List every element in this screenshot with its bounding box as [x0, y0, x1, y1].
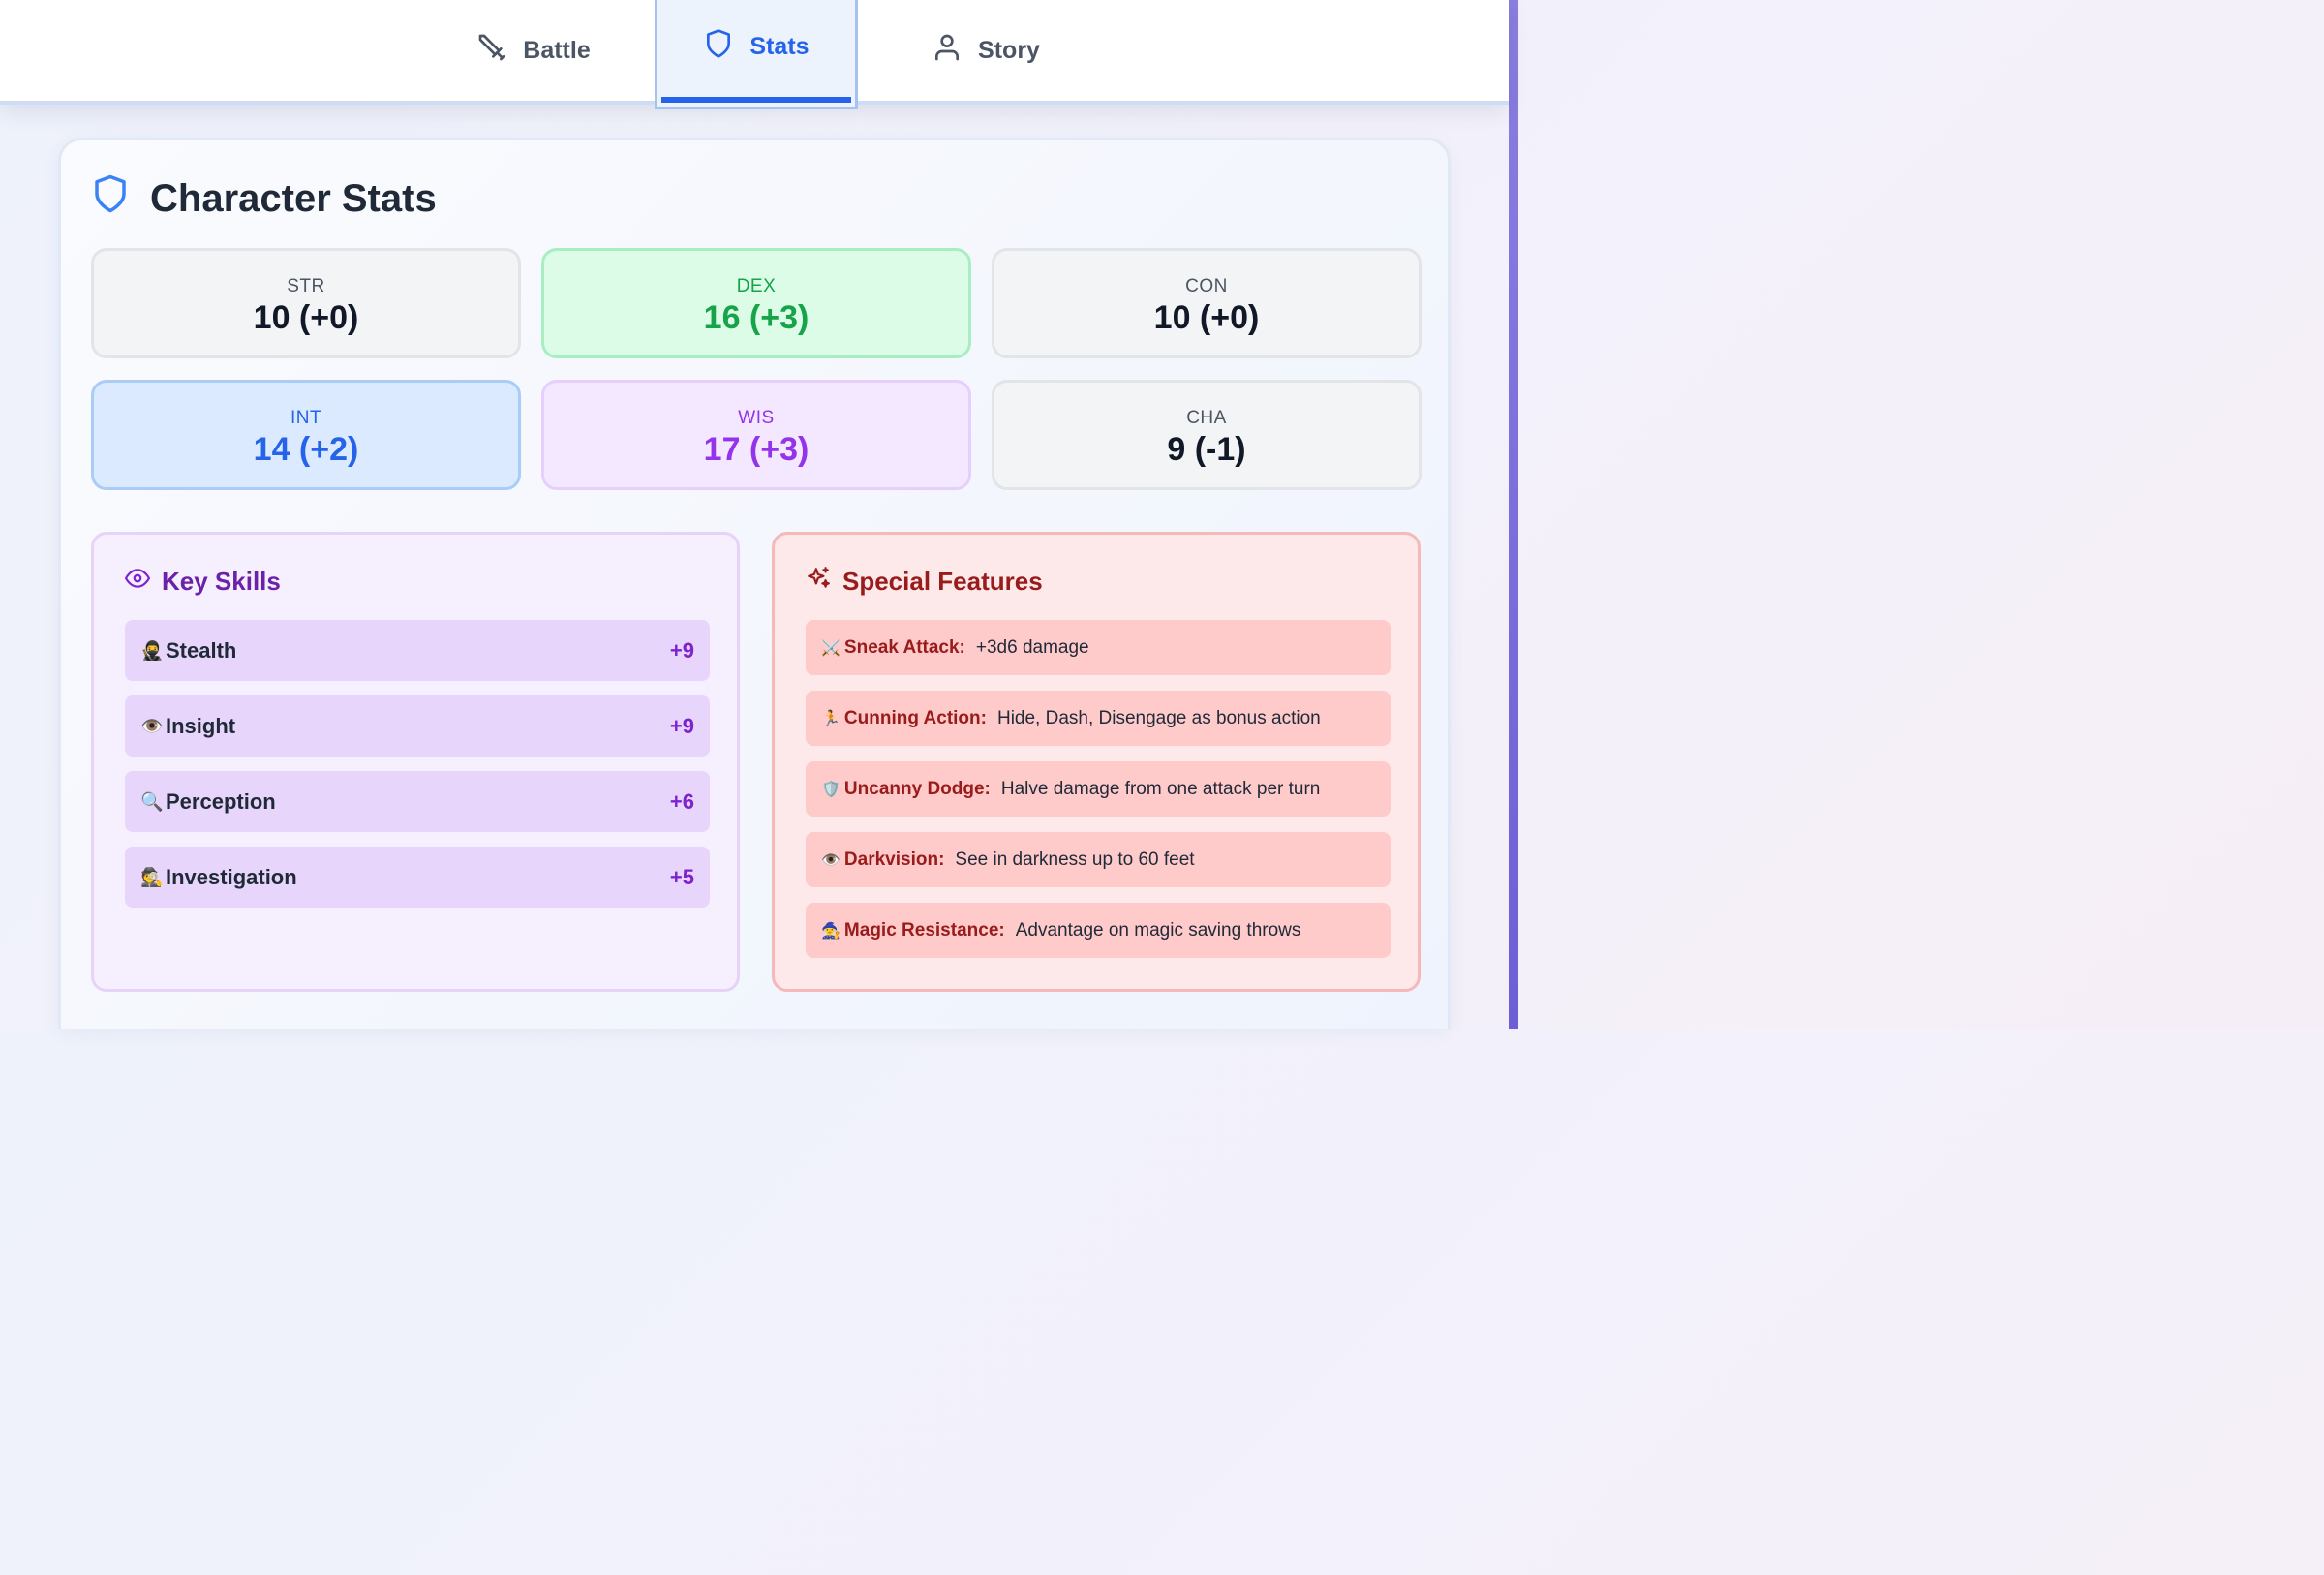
skill-bonus: +9: [669, 714, 694, 738]
ninja-icon: 🥷: [140, 641, 164, 662]
stat-value: 16 (+3): [703, 299, 810, 336]
tab-battle[interactable]: Battle: [471, 0, 596, 101]
tab-stats-label: Stats: [749, 32, 810, 60]
detective-icon: 🕵️: [140, 868, 164, 888]
shield-icon: [90, 173, 131, 224]
stat-wis: WIS 17 (+3): [541, 380, 971, 490]
stat-con: CON 10 (+0): [992, 248, 1422, 358]
stat-int: INT 14 (+2): [91, 380, 521, 490]
feature-name: Magic Resistance:: [843, 919, 1005, 941]
feature-description: +3d6 damage: [975, 636, 1089, 658]
skill-name: Insight: [166, 714, 236, 738]
stat-label: STR: [287, 276, 325, 296]
sparkles-icon: [806, 566, 831, 598]
skill-row-stealth: 🥷 Stealth +9: [125, 620, 710, 681]
stat-label: INT: [290, 408, 322, 428]
stat-value: 17 (+3): [703, 431, 810, 468]
skill-name: Stealth: [166, 638, 237, 663]
skill-row-insight: 👁️ Insight +9: [125, 695, 710, 757]
tab-bar: Battle Stats Story: [0, 0, 1509, 109]
feature-description: Advantage on magic saving throws: [1015, 919, 1301, 941]
crossed-swords-icon: ⚔️: [821, 639, 841, 657]
feature-name: Darkvision:: [843, 849, 945, 870]
stat-dex: DEX 16 (+3): [541, 248, 971, 358]
feature-sneak-attack: ⚔️ Sneak Attack: +3d6 damage: [806, 620, 1391, 675]
feature-name: Uncanny Dodge:: [843, 778, 991, 799]
character-stats-card: Character Stats STR 10 (+0) DEX 16 (+3) …: [58, 138, 1451, 1029]
stat-label: WIS: [738, 408, 775, 428]
shield-icon: 🛡️: [821, 781, 841, 798]
eye-icon: 👁️: [821, 851, 841, 869]
eye-icon: [125, 566, 150, 598]
skill-bonus: +6: [669, 789, 694, 814]
tab-story-label: Story: [978, 36, 1040, 64]
tab-stats[interactable]: Stats: [655, 0, 858, 109]
card-header: Character Stats: [90, 173, 437, 224]
feature-uncanny-dodge: 🛡️ Uncanny Dodge: Halve damage from one …: [806, 761, 1391, 817]
tab-battle-label: Battle: [523, 36, 591, 64]
skill-bonus: +5: [669, 865, 694, 889]
skill-name: Perception: [166, 789, 276, 814]
feature-magic-resistance: 🧙 Magic Resistance: Advantage on magic s…: [806, 903, 1391, 958]
active-tab-indicator: [661, 97, 851, 103]
feature-description: See in darkness up to 60 feet: [955, 849, 1195, 870]
feature-name: Cunning Action:: [843, 707, 987, 728]
stat-label: DEX: [736, 276, 777, 296]
card-title: Character Stats: [150, 176, 437, 220]
key-skills-title: Key Skills: [162, 567, 281, 596]
runner-icon: 🏃: [821, 710, 841, 727]
shield-icon: [703, 28, 734, 66]
magnifier-icon: 🔍: [140, 792, 164, 813]
feature-cunning-action: 🏃 Cunning Action: Hide, Dash, Disengage …: [806, 691, 1391, 746]
skill-name: Investigation: [166, 865, 297, 889]
skill-bonus: +9: [669, 638, 694, 663]
eye-icon: 👁️: [140, 717, 164, 737]
feature-name: Sneak Attack:: [843, 636, 965, 658]
stat-label: CON: [1185, 276, 1228, 296]
wizard-icon: 🧙: [821, 922, 841, 940]
key-skills-header: Key Skills: [125, 566, 281, 598]
stat-value: 14 (+2): [253, 431, 359, 468]
stat-value: 10 (+0): [253, 299, 359, 336]
stat-value: 10 (+0): [1153, 299, 1260, 336]
special-features-panel: Special Features ⚔️ Sneak Attack: +3d6 d…: [772, 532, 1421, 992]
tab-story[interactable]: Story: [928, 0, 1044, 101]
feature-darkvision: 👁️ Darkvision: See in darkness up to 60 …: [806, 832, 1391, 887]
skill-row-investigation: 🕵️ Investigation +5: [125, 847, 710, 908]
key-skills-panel: Key Skills 🥷 Stealth +9 👁️ Insight +9 🔍 …: [91, 532, 740, 992]
feature-description: Halve damage from one attack per turn: [1000, 778, 1321, 799]
stat-value: 9 (-1): [1167, 431, 1246, 468]
stat-label: CHA: [1186, 408, 1227, 428]
skill-row-perception: 🔍 Perception +6: [125, 771, 710, 832]
stat-str: STR 10 (+0): [91, 248, 521, 358]
user-icon: [932, 32, 963, 70]
stat-cha: CHA 9 (-1): [992, 380, 1422, 490]
special-features-title: Special Features: [842, 567, 1043, 596]
scrollbar[interactable]: [1509, 0, 1518, 1029]
feature-description: Hide, Dash, Disengage as bonus action: [996, 707, 1321, 728]
special-features-header: Special Features: [806, 566, 1043, 598]
sword-icon: [476, 32, 507, 70]
